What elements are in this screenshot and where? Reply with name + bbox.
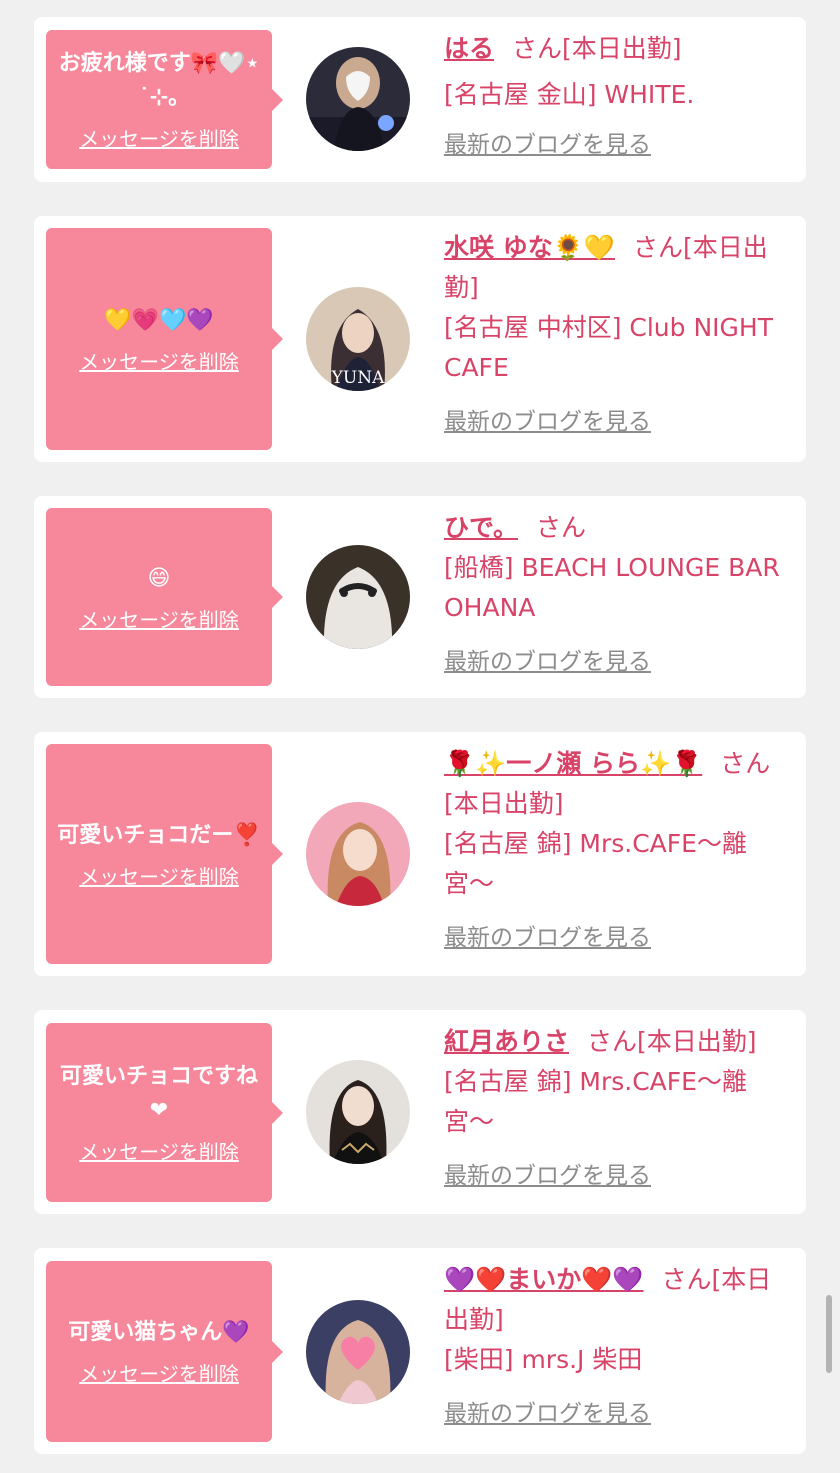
message-text: お疲れ様です🎀🤍⋆˙⊹｡	[58, 51, 260, 110]
member-info: ひで。 さん [船橋] BEACH LOUNGE BAR OHANA 最新のブログ…	[444, 508, 792, 682]
message-bubble: 可愛いチョコだー❣️ メッセージを削除	[46, 744, 283, 964]
message-card: お疲れ様です🎀🤍⋆˙⊹｡ メッセージを削除 はる さん[本日出勤] [名古屋 金山…	[34, 17, 806, 182]
latest-blog-link[interactable]: 最新のブログを見る	[444, 918, 651, 958]
message-text: 😄	[147, 565, 171, 591]
message-bubble: 可愛いチョコですね❤ メッセージを削除	[46, 1023, 283, 1202]
svg-text:YUNA: YUNA	[331, 368, 385, 388]
message-text: 可愛いチョコですね❤	[59, 1064, 258, 1123]
message-card: 可愛いチョコだー❣️ メッセージを削除 🌹✨一ノ瀬 らら✨🌹 さん[本日出勤] […	[34, 732, 806, 976]
member-info: 水咲 ゆな🌻💛 さん[本日出勤] [名古屋 中村区] Club NIGHT CAF…	[444, 228, 792, 442]
message-bubble: お疲れ様です🎀🤍⋆˙⊹｡ メッセージを削除	[46, 30, 283, 169]
member-status: さん	[536, 513, 587, 542]
message-card: 可愛いチョコですね❤ メッセージを削除 紅月ありさ さん[本日出勤] [名古屋 錦…	[34, 1010, 806, 1214]
member-info: 🌹✨一ノ瀬 らら✨🌹 さん[本日出勤] [名古屋 錦] Mrs.CAFE〜離宮〜 …	[444, 744, 792, 958]
delete-message-link[interactable]: メッセージを削除	[79, 604, 239, 633]
message-text: 可愛いチョコだー❣️	[57, 822, 261, 848]
member-info: はる さん[本日出勤] [名古屋 金山] WHITE. 最新のブログを見る	[444, 29, 792, 165]
message-bubble: 可愛い猫ちゃん💜 メッセージを削除	[46, 1261, 283, 1442]
member-name-link[interactable]: はる	[444, 34, 494, 63]
member-name-link[interactable]: 紅月ありさ	[444, 1027, 569, 1056]
avatar[interactable]	[306, 47, 410, 151]
latest-blog-link[interactable]: 最新のブログを見る	[444, 1394, 651, 1434]
member-status: さん[本日出勤]	[587, 1027, 757, 1056]
message-bubble: 💛💗🩵💜 メッセージを削除	[46, 228, 283, 450]
delete-message-link[interactable]: メッセージを削除	[79, 346, 239, 375]
avatar[interactable]: YUNA	[306, 287, 410, 391]
latest-blog-link[interactable]: 最新のブログを見る	[444, 402, 651, 442]
delete-message-link[interactable]: メッセージを削除	[79, 1136, 239, 1165]
shop-info: [名古屋 錦] Mrs.CAFE〜離宮〜	[444, 1067, 747, 1136]
message-bubble: 😄 メッセージを削除	[46, 508, 283, 686]
message-card: 💛💗🩵💜 メッセージを削除 YUNA 水咲 ゆな🌻💛 さん[本日出勤] [名古屋 …	[34, 216, 806, 462]
message-text: 可愛い猫ちゃん💜	[68, 1320, 250, 1345]
delete-message-link[interactable]: メッセージを削除	[79, 861, 239, 890]
shop-info: [船橋] BEACH LOUNGE BAR OHANA	[444, 553, 780, 622]
avatar[interactable]	[306, 1060, 410, 1164]
latest-blog-link[interactable]: 最新のブログを見る	[444, 1156, 651, 1196]
member-name-link[interactable]: 水咲 ゆな🌻💛	[444, 233, 615, 262]
message-card: 可愛い猫ちゃん💜 メッセージを削除 💜❤️まいか❤️💜 さん[本日出勤] [柴田]…	[34, 1248, 806, 1454]
latest-blog-link[interactable]: 最新のブログを見る	[444, 642, 651, 682]
shop-info: [名古屋 錦] Mrs.CAFE〜離宮〜	[444, 829, 747, 898]
message-text: 💛💗🩵💜	[104, 307, 214, 333]
member-name-link[interactable]: 💜❤️まいか❤️💜	[444, 1265, 644, 1294]
member-info: 💜❤️まいか❤️💜 さん[本日出勤] [柴田] mrs.J 柴田 最新のブログを見…	[444, 1260, 792, 1434]
member-info: 紅月ありさ さん[本日出勤] [名古屋 錦] Mrs.CAFE〜離宮〜 最新のブロ…	[444, 1022, 792, 1196]
shop-info: [名古屋 中村区] Club NIGHT CAFE	[444, 313, 773, 382]
shop-info: [柴田] mrs.J 柴田	[444, 1345, 643, 1374]
member-name-link[interactable]: ひで。	[444, 513, 518, 542]
member-name-link[interactable]: 🌹✨一ノ瀬 らら✨🌹	[444, 749, 702, 778]
avatar[interactable]	[306, 1300, 410, 1404]
avatar[interactable]	[306, 545, 410, 649]
avatar[interactable]	[306, 802, 410, 906]
member-status: さん[本日出勤]	[512, 34, 682, 63]
delete-message-link[interactable]: メッセージを削除	[79, 1358, 239, 1387]
shop-info: [名古屋 金山] WHITE.	[444, 80, 695, 109]
latest-blog-link[interactable]: 最新のブログを見る	[444, 125, 651, 165]
scrollbar[interactable]	[826, 1295, 832, 1373]
message-card: 😄 メッセージを削除 ひで。 さん [船橋] BEACH LOUNGE BAR O…	[34, 496, 806, 698]
delete-message-link[interactable]: メッセージを削除	[79, 123, 239, 152]
